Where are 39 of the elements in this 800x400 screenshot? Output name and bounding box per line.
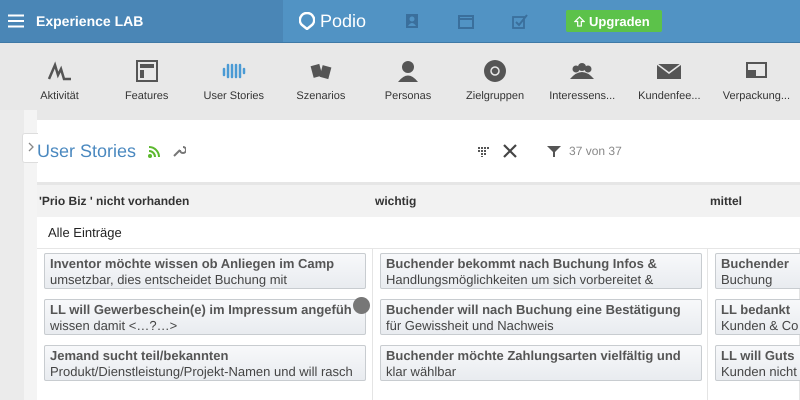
app-tab[interactable]: Personas [364, 43, 452, 110]
tools-icon[interactable] [503, 144, 518, 158]
story-card[interactable]: Jemand sucht teil/bekannten Produkt/Dienstleistung/Projekt-Namen und will rasch [44, 345, 366, 381]
item-count: 37 von 37 [569, 144, 622, 158]
target-icon [482, 59, 508, 83]
logo-text: Podio [320, 10, 366, 32]
chevron-right-icon [26, 140, 34, 152]
layout-icon [134, 59, 160, 83]
story-card[interactable]: LL bedankt Kunden & Co [715, 299, 800, 335]
column-heading: 'Prio Biz ' nicht vorhanden [38, 194, 190, 208]
app-title: User Stories [37, 140, 136, 162]
rss-icon[interactable] [148, 144, 162, 158]
menu-icon[interactable] [8, 14, 24, 28]
story-card[interactable]: Buchender will nach Buchung eine Bestätigung für Gewissheit und Nachweis [380, 299, 702, 335]
story-card[interactable]: Inventor möchte wissen ob Anliegen im Camp umsetzbar, dies entscheidet Buchung mit [44, 253, 366, 289]
wrench-icon[interactable] [172, 144, 186, 158]
app-tab[interactable]: Aktivität [16, 43, 104, 110]
activity-icon [46, 59, 73, 83]
app-tab[interactable]: Zielgruppen [452, 43, 539, 110]
arrow-up-icon [574, 16, 586, 26]
app-tab[interactable]: Szenarios [277, 43, 364, 110]
app-tab[interactable]: Interessens... [538, 43, 626, 110]
filter-icon[interactable] [547, 144, 562, 158]
app-tab[interactable]: User Stories [190, 43, 278, 110]
group-label: Alle Einträge [48, 225, 122, 240]
app-tab[interactable]: Features [103, 43, 190, 110]
workspace-title[interactable]: Experience LAB [36, 13, 144, 29]
app-tab[interactable]: Verpackung... [712, 43, 800, 110]
checkbox-icon[interactable] [512, 13, 528, 29]
grid-icon[interactable] [478, 146, 490, 156]
story-card[interactable]: Buchender möchte Zahlungsarten vielfältig und klar wählbar [380, 345, 702, 381]
sidebar-toggle[interactable] [22, 133, 38, 163]
story-card[interactable]: Buchender Buchung [715, 253, 800, 289]
story-card[interactable]: LL will Guts Kunden nicht [715, 345, 800, 381]
column-heading: wichtig [374, 194, 418, 208]
pin-icon [299, 12, 315, 30]
story-card[interactable]: Buchender bekommt nach Buchung Infos & Handlungsmöglichkeiten um sich vorbereitet & [380, 253, 702, 289]
column-heading: mittel [709, 194, 744, 208]
app-tab[interactable]: Kundenfee... [626, 43, 713, 110]
